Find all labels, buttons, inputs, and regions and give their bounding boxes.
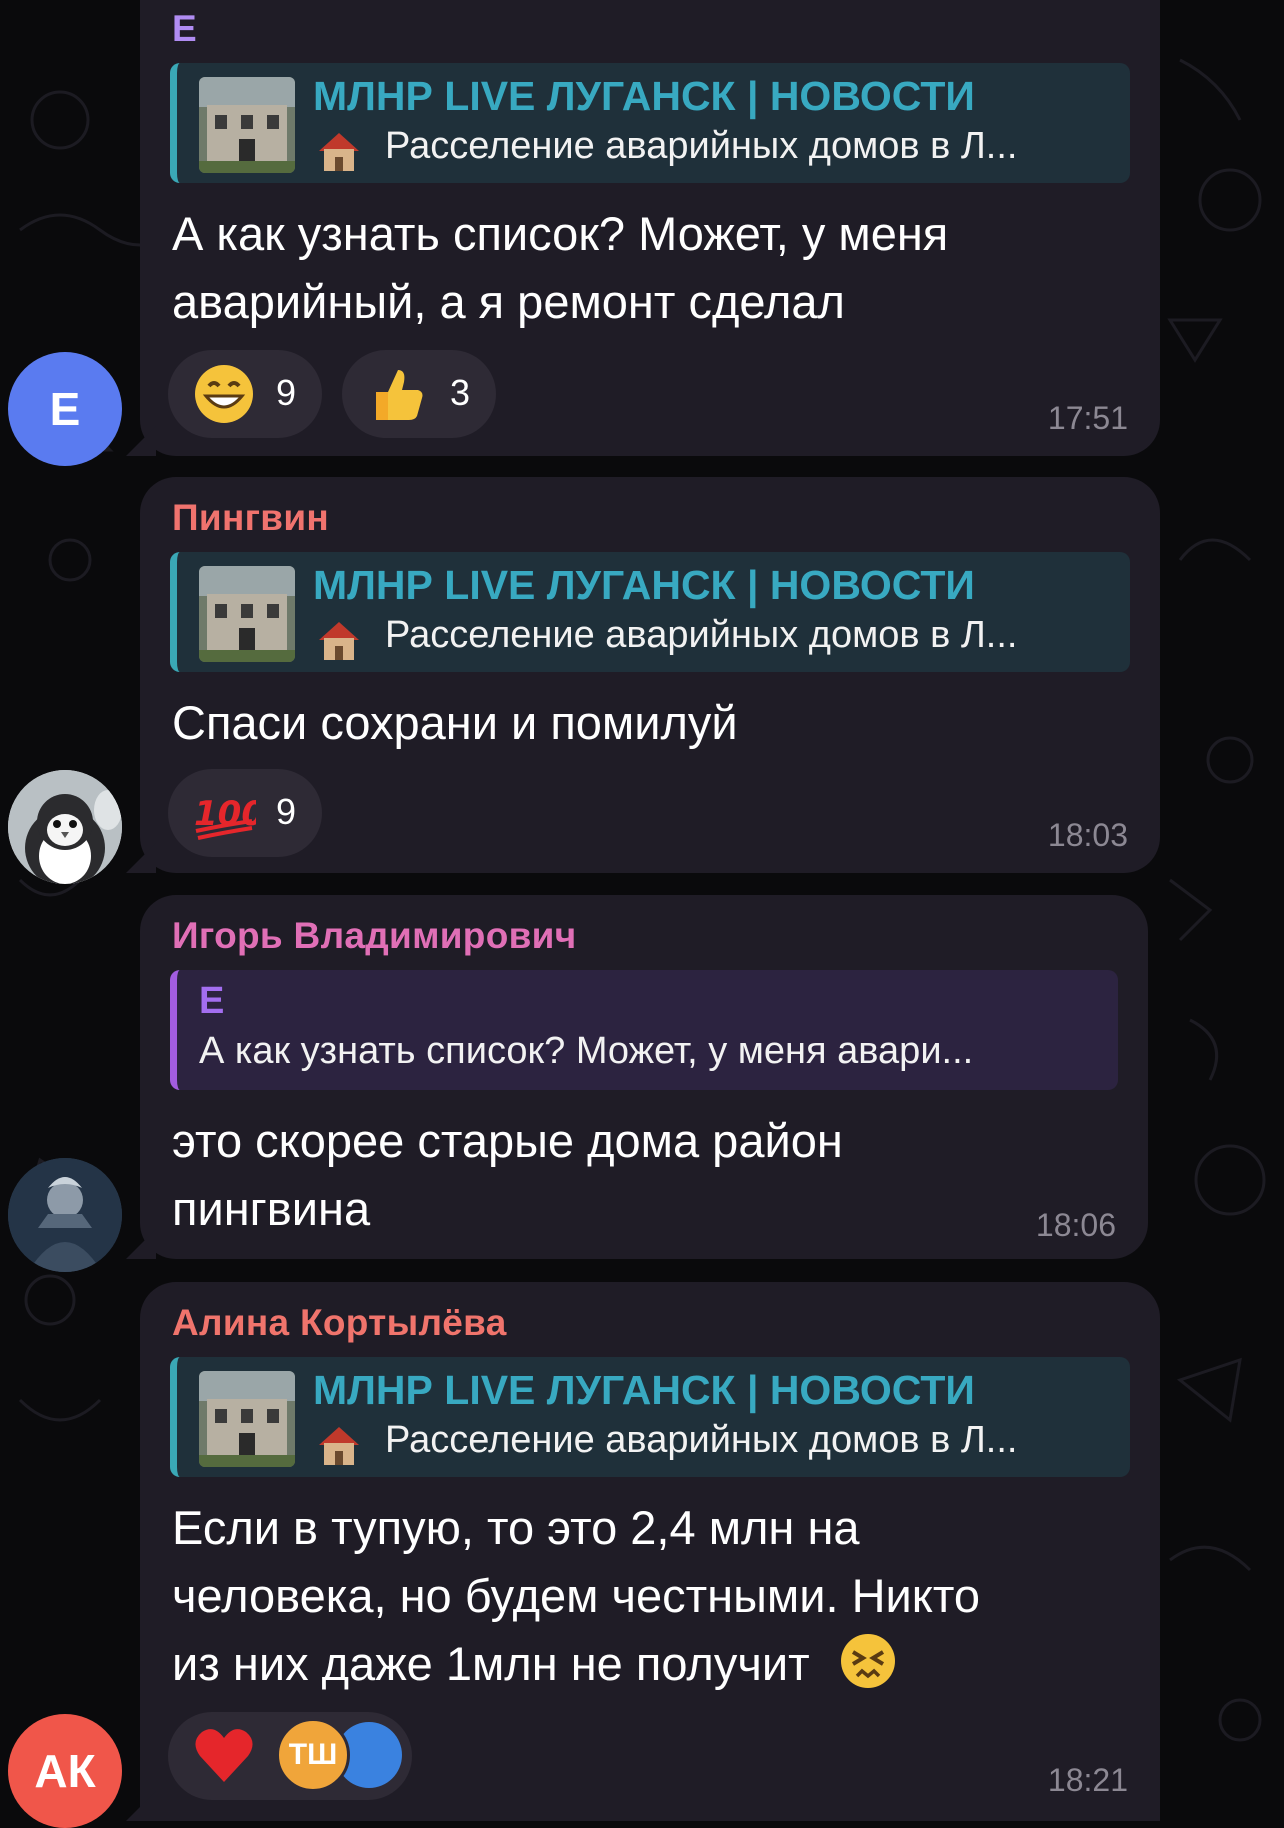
- message-time: 18:03: [1047, 817, 1128, 853]
- message-text: Если в тупую, то это 2,4 млн на человека…: [172, 1501, 980, 1690]
- reaction-count: 3: [450, 372, 471, 413]
- quoted-reply[interactable]: Е А как узнать список? Может, у меня ава…: [170, 970, 1118, 1090]
- avatar-initials: Е: [49, 383, 81, 435]
- reply-preview-text: Расселение аварийных домов в Л...: [385, 1419, 1018, 1461]
- message-text: это скорее старые дома район пингвина: [172, 1114, 843, 1235]
- message-bubble[interactable]: Пингвин МЛНР LIVE ЛУГАНСК | НОВОСТИ Расс…: [140, 477, 1160, 873]
- building-thumbnail-icon: [199, 77, 295, 173]
- sender-name[interactable]: Е: [172, 8, 197, 50]
- message-bubble[interactable]: Е МЛНР LIVE ЛУГАНСК | НОВОСТИ Расселение…: [140, 0, 1160, 456]
- reaction-pill[interactable]: ТШ: [168, 1712, 412, 1800]
- reply-preview-text: Расселение аварийных домов в Л...: [385, 125, 1018, 167]
- sender-name[interactable]: Алина Кортылёва: [172, 1302, 507, 1344]
- warrior-avatar[interactable]: [8, 1158, 122, 1272]
- message-bubble[interactable]: Алина Кортылёва МЛНР LIVE ЛУГАНСК | НОВО…: [140, 1282, 1160, 1821]
- sender-name[interactable]: Игорь Владимирович: [172, 915, 576, 957]
- message-time: 18:21: [1047, 1762, 1128, 1798]
- reaction-count: 9: [276, 791, 297, 832]
- building-thumbnail-icon: [199, 566, 295, 662]
- derelict-house-icon: [315, 616, 363, 664]
- avatar[interactable]: Е: [8, 352, 122, 466]
- forwarded-channel-reply[interactable]: МЛНР LIVE ЛУГАНСК | НОВОСТИ Расселение а…: [170, 1357, 1130, 1477]
- channel-title: МЛНР LIVE ЛУГАНСК | НОВОСТИ: [313, 73, 975, 119]
- avatar-initials: АК: [34, 1745, 96, 1797]
- grinning-face-icon: [192, 362, 256, 426]
- hundred-points-icon: 100: [192, 781, 265, 845]
- reply-preview-text: А как узнать список? Может, у меня авари…: [199, 1030, 974, 1072]
- reaction-pill[interactable]: 9: [168, 350, 322, 438]
- message-text: А как узнать список? Может, у меня авари…: [172, 207, 949, 328]
- reactor-avatar: ТШ: [276, 1718, 350, 1792]
- avatar[interactable]: АК: [8, 1714, 122, 1828]
- derelict-house-icon: [315, 127, 363, 175]
- forwarded-channel-reply[interactable]: МЛНР LIVE ЛУГАНСК | НОВОСТИ Расселение а…: [170, 63, 1130, 183]
- message-time: 17:51: [1047, 400, 1128, 436]
- sender-name[interactable]: Пингвин: [172, 497, 329, 539]
- reaction-pill[interactable]: 3: [342, 350, 496, 438]
- derelict-house-icon: [315, 1421, 363, 1469]
- thumbs-up-icon: [366, 362, 430, 426]
- penguin-avatar[interactable]: [8, 770, 122, 884]
- message-bubble[interactable]: Игорь Владимирович Е А как узнать список…: [140, 895, 1148, 1259]
- reaction-pill[interactable]: 100 9: [168, 769, 322, 857]
- red-heart-icon: [192, 1724, 256, 1788]
- channel-title: МЛНР LIVE ЛУГАНСК | НОВОСТИ: [313, 1367, 975, 1413]
- reply-author: Е: [199, 980, 225, 1022]
- forwarded-channel-reply[interactable]: МЛНР LIVE ЛУГАНСК | НОВОСТИ Расселение а…: [170, 552, 1130, 672]
- message-text: Спаси сохрани и помилуй: [172, 696, 738, 749]
- channel-title: МЛНР LIVE ЛУГАНСК | НОВОСТИ: [313, 562, 975, 608]
- reply-preview-text: Расселение аварийных домов в Л...: [385, 614, 1018, 656]
- persevering-face-icon: [839, 1632, 897, 1690]
- reaction-count: 9: [276, 372, 297, 413]
- message-time: 18:06: [1035, 1207, 1116, 1243]
- building-thumbnail-icon: [199, 1371, 295, 1467]
